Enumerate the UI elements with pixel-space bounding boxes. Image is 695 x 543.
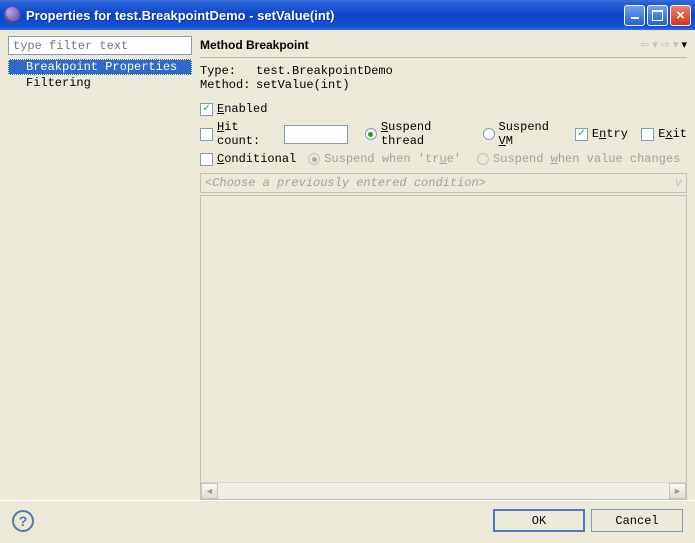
right-pane: Method Breakpoint ⇦ ▾ ⇨ ▾ ▾ Type: test.B…	[200, 36, 687, 500]
back-menu-icon[interactable]: ▾	[652, 38, 658, 51]
suspend-thread-radio[interactable]	[365, 128, 377, 140]
conditional-label: Conditional	[217, 152, 296, 166]
info-grid: Type: test.BreakpointDemo Method: setVal…	[200, 64, 687, 92]
eclipse-icon	[4, 7, 20, 23]
scroll-right-button[interactable]: ►	[669, 483, 686, 499]
tree-item-filtering[interactable]: Filtering	[8, 75, 192, 91]
maximize-button[interactable]	[647, 5, 668, 26]
condition-combo[interactable]: <Choose a previously entered condition> …	[200, 173, 687, 193]
exit-label: Exit	[658, 127, 687, 141]
tree[interactable]: Breakpoint Properties Filtering	[8, 59, 192, 500]
type-value: test.BreakpointDemo	[256, 64, 393, 78]
suspend-thread-label: Suspend thread	[381, 120, 469, 148]
scroll-track[interactable]	[218, 483, 669, 499]
condition-combo-placeholder: <Choose a previously entered condition>	[205, 176, 486, 190]
exit-checkbox[interactable]	[641, 128, 654, 141]
dialog-body: Breakpoint Properties Filtering Method B…	[0, 30, 695, 500]
close-button[interactable]	[670, 5, 691, 26]
suspend-changes-label: Suspend when value changes	[493, 152, 680, 166]
conditional-checkbox[interactable]	[200, 153, 213, 166]
type-label: Type:	[200, 64, 256, 78]
view-menu-icon[interactable]: ▾	[681, 38, 687, 51]
help-icon[interactable]: ?	[12, 510, 34, 532]
hit-count-label: Hit count:	[217, 120, 280, 148]
entry-checkbox[interactable]	[575, 128, 588, 141]
section-title: Method Breakpoint	[200, 38, 640, 52]
enabled-row: Enabled	[200, 102, 687, 116]
window-title: Properties for test.BreakpointDemo - set…	[26, 8, 622, 23]
back-icon[interactable]: ⇦	[640, 38, 649, 51]
minimize-button[interactable]	[624, 5, 645, 26]
suspend-vm-label: Suspend VM	[499, 120, 562, 148]
hit-count-checkbox[interactable]	[200, 128, 213, 141]
conditional-row: Conditional Suspend when 'true' Suspend …	[200, 152, 687, 166]
forward-menu-icon[interactable]: ▾	[673, 38, 679, 51]
ok-button[interactable]: OK	[493, 509, 585, 532]
suspend-true-label: Suspend when 'true'	[324, 152, 461, 166]
chevron-down-icon: v	[675, 176, 682, 190]
cancel-button[interactable]: Cancel	[591, 509, 683, 532]
button-bar: ? OK Cancel	[0, 500, 695, 540]
left-pane: Breakpoint Properties Filtering	[8, 36, 192, 500]
suspend-vm-radio[interactable]	[483, 128, 495, 140]
hit-count-input[interactable]	[284, 125, 348, 144]
section-head: Method Breakpoint ⇦ ▾ ⇨ ▾ ▾	[200, 36, 687, 58]
scroll-left-button[interactable]: ◄	[201, 483, 218, 499]
suspend-true-radio	[308, 153, 320, 165]
suspend-changes-radio	[477, 153, 489, 165]
hitcount-row: Hit count: Suspend thread Suspend VM Ent…	[200, 120, 687, 148]
condition-editor[interactable]: ◄ ►	[200, 195, 687, 500]
tree-item-breakpoint-properties[interactable]: Breakpoint Properties	[8, 59, 192, 75]
titlebar[interactable]: Properties for test.BreakpointDemo - set…	[0, 0, 695, 30]
enabled-checkbox[interactable]	[200, 103, 213, 116]
enabled-label: Enabled	[217, 102, 267, 116]
method-value: setValue(int)	[256, 78, 350, 92]
horizontal-scrollbar[interactable]: ◄ ►	[201, 482, 686, 499]
forward-icon[interactable]: ⇨	[661, 38, 670, 51]
entry-label: Entry	[592, 127, 628, 141]
filter-input[interactable]	[8, 36, 192, 55]
method-label: Method:	[200, 78, 256, 92]
nav-arrows: ⇦ ▾ ⇨ ▾ ▾	[640, 38, 687, 51]
